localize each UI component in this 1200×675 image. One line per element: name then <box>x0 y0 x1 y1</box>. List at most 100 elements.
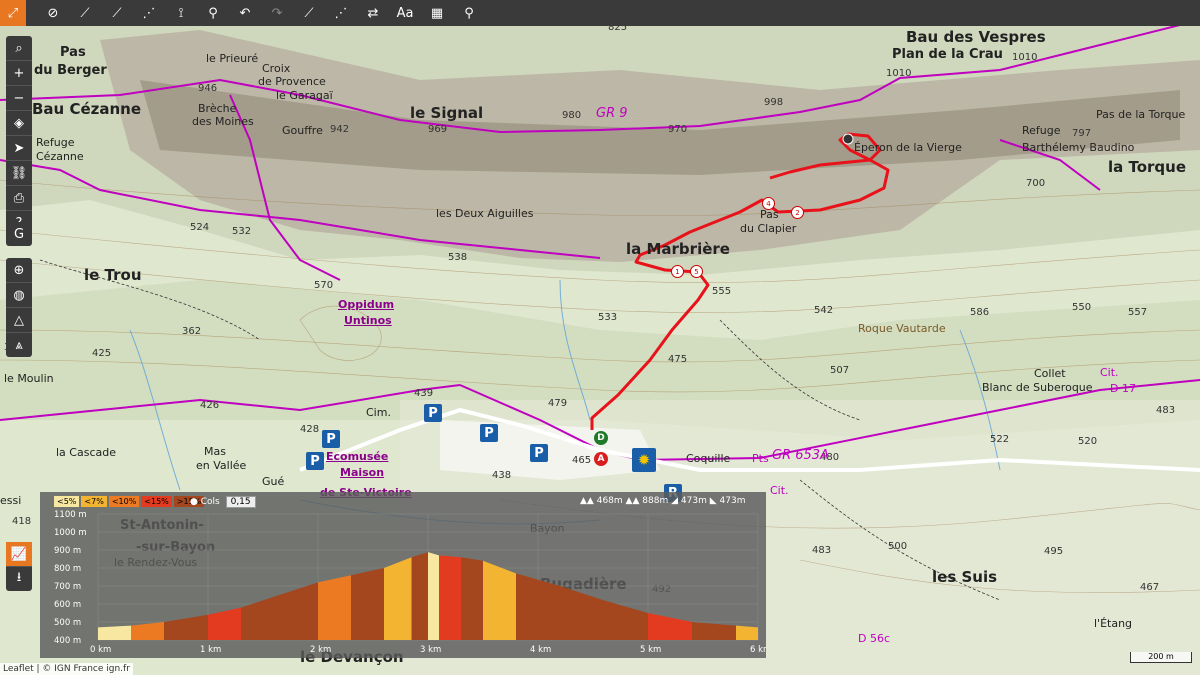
route-end-marker[interactable]: A <box>594 452 608 466</box>
profile-segment <box>439 555 461 640</box>
place-label: la Marbrière <box>626 240 730 258</box>
elevation-chart[interactable]: 1100 m 1000 m 900 m 800 m 700 m 600 m 500 m 400… <box>40 492 766 658</box>
y-tick-label: 400 m <box>54 636 81 646</box>
locate-icon[interactable]: ➤ <box>6 136 32 161</box>
route-waypoint[interactable]: 4 <box>762 197 775 210</box>
redo-icon[interactable]: ↷ <box>264 0 290 26</box>
trail-label: GR 653A <box>772 448 829 463</box>
layers-icon[interactable]: ◈ <box>6 111 32 136</box>
place-label: Gouffre <box>282 124 323 137</box>
route-waypoint[interactable]: 1 <box>671 265 684 278</box>
altitude-label: 507 <box>830 365 850 376</box>
place-label: Bau des Vespres <box>906 28 1046 46</box>
altitude-label: 520 <box>1078 436 1098 447</box>
parking-icon: P <box>424 404 442 422</box>
place-label: du Clapier <box>740 222 797 235</box>
profile-segment <box>131 622 164 640</box>
route-start-marker[interactable]: D <box>594 431 608 445</box>
place-label: en Vallée <box>196 459 247 472</box>
table-icon[interactable]: ▦ <box>424 0 450 26</box>
text-case-icon[interactable]: Aa <box>392 0 418 26</box>
place-label: le Garagaï <box>276 89 333 102</box>
altitude-label: 428 <box>300 424 320 435</box>
route-icon[interactable]: ⟋ <box>104 0 130 26</box>
nodes-icon[interactable]: ⋰ <box>328 0 354 26</box>
parking-icon: P <box>322 430 340 448</box>
profile-segment <box>98 625 131 640</box>
profile-segment <box>560 586 604 640</box>
elevation-profile-panel[interactable]: <5% <7% <10% <15% >15% ● Cols 0,15 ▲▲ 468m ▲… <box>40 492 766 658</box>
road-label: Pts <box>752 452 769 465</box>
mountain-icon[interactable]: △ <box>6 308 32 333</box>
y-tick-label: 800 m <box>54 564 81 574</box>
route-waypoint[interactable]: 5 <box>690 265 703 278</box>
segment-icon[interactable]: ⟋ <box>296 0 322 26</box>
altitude-label: 586 <box>970 307 990 318</box>
altitude-label: 483 <box>812 545 832 556</box>
altitude-label: 500 <box>888 541 908 552</box>
print-icon[interactable]: ⎙ <box>6 186 32 211</box>
x-tick-label: 5 km <box>640 645 661 655</box>
place-label: Refuge <box>36 136 75 149</box>
place-label: Cim. <box>366 406 391 419</box>
altitude-label: 942 <box>330 124 350 135</box>
altitude-label: 532 <box>232 226 252 237</box>
parking-icon: P <box>306 452 324 470</box>
google-icon[interactable]: G <box>6 222 32 246</box>
road-label: Cit. <box>1100 366 1119 379</box>
waypoint-icon[interactable]: ⋰ <box>136 0 162 26</box>
altitude-label: 475 <box>668 354 688 365</box>
place-label: essi <box>0 494 22 507</box>
y-tick-label: 700 m <box>54 582 81 592</box>
route-waypoint[interactable]: 2 <box>791 206 804 219</box>
y-tick-label: 600 m <box>54 600 81 610</box>
walker-icon[interactable]: ⟟ <box>168 0 194 26</box>
bike-icon[interactable]: ⚲ <box>200 0 226 26</box>
attribution[interactable]: Leaflet | © IGN France ign.fr <box>0 663 133 675</box>
peak-icon[interactable]: ⩓ <box>6 333 32 357</box>
place-label: le Prieuré <box>206 52 259 65</box>
crosshair-icon[interactable]: ⊕ <box>6 258 32 283</box>
place-label: Plan de la Crau <box>892 47 1003 62</box>
zoom-out-icon[interactable]: − <box>6 86 32 111</box>
y-tick-label: 1000 m <box>54 528 87 538</box>
altitude-label: 542 <box>814 305 834 316</box>
profile-segment <box>648 613 692 640</box>
download-icon[interactable]: ⭳ <box>6 567 32 591</box>
altitude-label: 483 <box>1156 405 1176 416</box>
globe-icon[interactable]: ◍ <box>6 283 32 308</box>
place-label: le Signal <box>410 104 484 122</box>
profile-segment <box>274 582 318 640</box>
place-label: Roque Vautarde <box>858 322 946 335</box>
hide-icon[interactable]: ⊘ <box>40 0 66 26</box>
place-label: l'Étang <box>1094 617 1133 630</box>
place-label: Éperon de la Vierge <box>854 141 962 154</box>
pin-icon[interactable]: ⚲ <box>456 0 482 26</box>
expand-icon[interactable]: ⤢ <box>0 0 26 26</box>
y-tick-label: 900 m <box>54 546 81 556</box>
road-label: Cit. <box>770 484 789 497</box>
altitude-label: 555 <box>712 286 732 297</box>
altitude-label: 418 <box>12 516 32 527</box>
altitude-label: 495 <box>1044 546 1064 557</box>
profile-segment <box>483 560 516 640</box>
altitude-label: 550 <box>1072 302 1092 313</box>
undo-icon[interactable]: ↶ <box>232 0 258 26</box>
zoom-in-icon[interactable]: + <box>6 61 32 86</box>
profile-chart-icon[interactable]: 📈 <box>6 542 32 567</box>
line-draw-icon[interactable]: ⟋ <box>72 0 98 26</box>
x-tick-label: 6 km <box>750 645 766 655</box>
profile-segment <box>351 568 384 640</box>
altitude-label: 946 <box>198 83 218 94</box>
parking-icon: P <box>480 424 498 442</box>
x-tick-label: 3 km <box>420 645 441 655</box>
reverse-icon[interactable]: ⇄ <box>360 0 386 26</box>
sidebar-mid: G <box>6 222 32 246</box>
place-label: Coquille <box>686 452 731 465</box>
altitude-label: 1010 <box>886 68 912 79</box>
place-label: Barthélemy Baudino <box>1022 141 1135 154</box>
link-icon[interactable]: ⛓ <box>6 161 32 186</box>
search-icon[interactable]: ⌕ <box>6 36 32 61</box>
hiker-sign-icon: ✹ <box>632 448 656 472</box>
place-label: Refuge <box>1022 124 1061 137</box>
